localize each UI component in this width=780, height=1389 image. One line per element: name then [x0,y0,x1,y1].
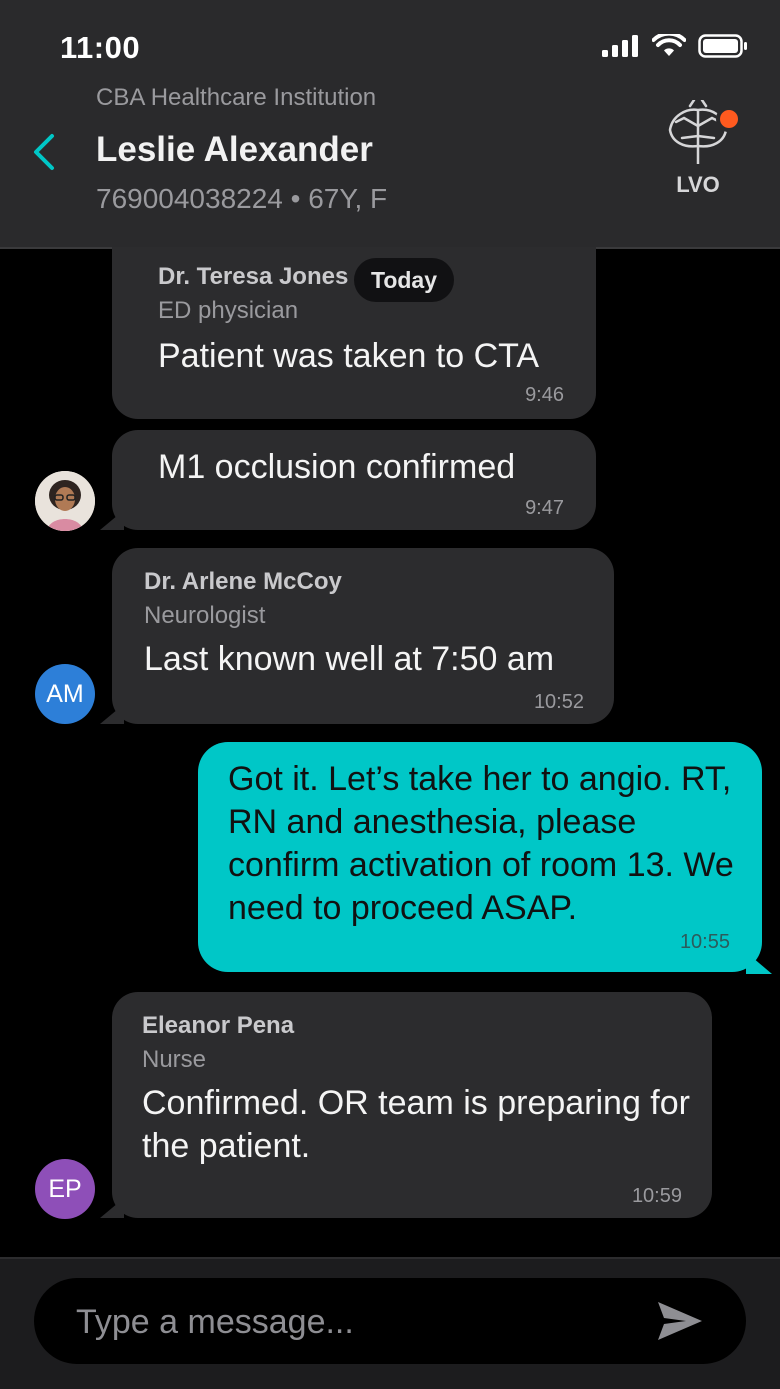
bubble-tail [100,704,124,724]
message-text: M1 occlusion confirmed [158,448,516,486]
message-sender: Eleanor Pena [142,1012,295,1039]
message-sender: Dr. Arlene McCoy [144,568,342,595]
message-text: Got it. Let’s take her to angio. RT, RN … [228,760,734,927]
bubble-tail [100,510,124,530]
message-text: Last known well at 7:50 am [144,640,555,678]
message-time: 9:47 [525,497,564,519]
status-icons [602,34,748,58]
person-photo-icon [35,471,95,531]
battery-icon [698,34,747,58]
message-role: Nurse [142,1046,207,1073]
avatar-initials[interactable]: EP [35,1159,95,1219]
message-text: Confirmed. OR team is preparing for the … [142,1084,690,1165]
message-bubble: Eleanor Pena Nurse Confirmed. OR team is… [112,992,712,1218]
own-message-bubble: Got it. Let’s take her to angio. RT, RN … [198,742,762,972]
message-bubble: Dr. Arlene McCoy Neurologist Last known … [112,548,614,724]
message-time: 10:52 [533,691,584,713]
message-bubble: M1 occlusion confirmed 9:47 [112,430,596,530]
message-sender: Dr. Teresa Jones [158,263,349,290]
institution-name: CBA Healthcare Institution [96,84,377,111]
message-time: 9:46 [525,384,564,406]
message-time: 10:59 [631,1185,682,1207]
patient-name: Leslie Alexander [96,130,373,169]
message-text: Patient was taken to CTA [158,337,540,375]
signal-icon [602,35,638,57]
avatar-initials[interactable]: AM [35,664,95,724]
message-input[interactable] [74,1292,638,1352]
message-role: ED physician [158,297,299,324]
lvo-label: LVO [676,172,720,197]
message-composer [34,1278,746,1364]
notification-dot [716,106,742,132]
day-separator: Today [354,258,454,302]
avatar-photo[interactable] [35,471,95,531]
wifi-icon [652,34,686,56]
chat-header: 11:00 CBA Healthcare Institution Leslie … [0,0,780,249]
message-time: 10:55 [679,931,730,953]
lvo-badge[interactable]: LVO [660,100,742,210]
bubble-tail [746,952,772,974]
send-icon[interactable] [656,1298,704,1344]
message-role: Neurologist [144,602,266,629]
status-time: 11:00 [60,30,141,65]
patient-meta: 769004038224 • 67Y, F [96,183,388,214]
bubble-tail [100,1198,124,1218]
back-chevron-icon[interactable] [28,130,64,174]
